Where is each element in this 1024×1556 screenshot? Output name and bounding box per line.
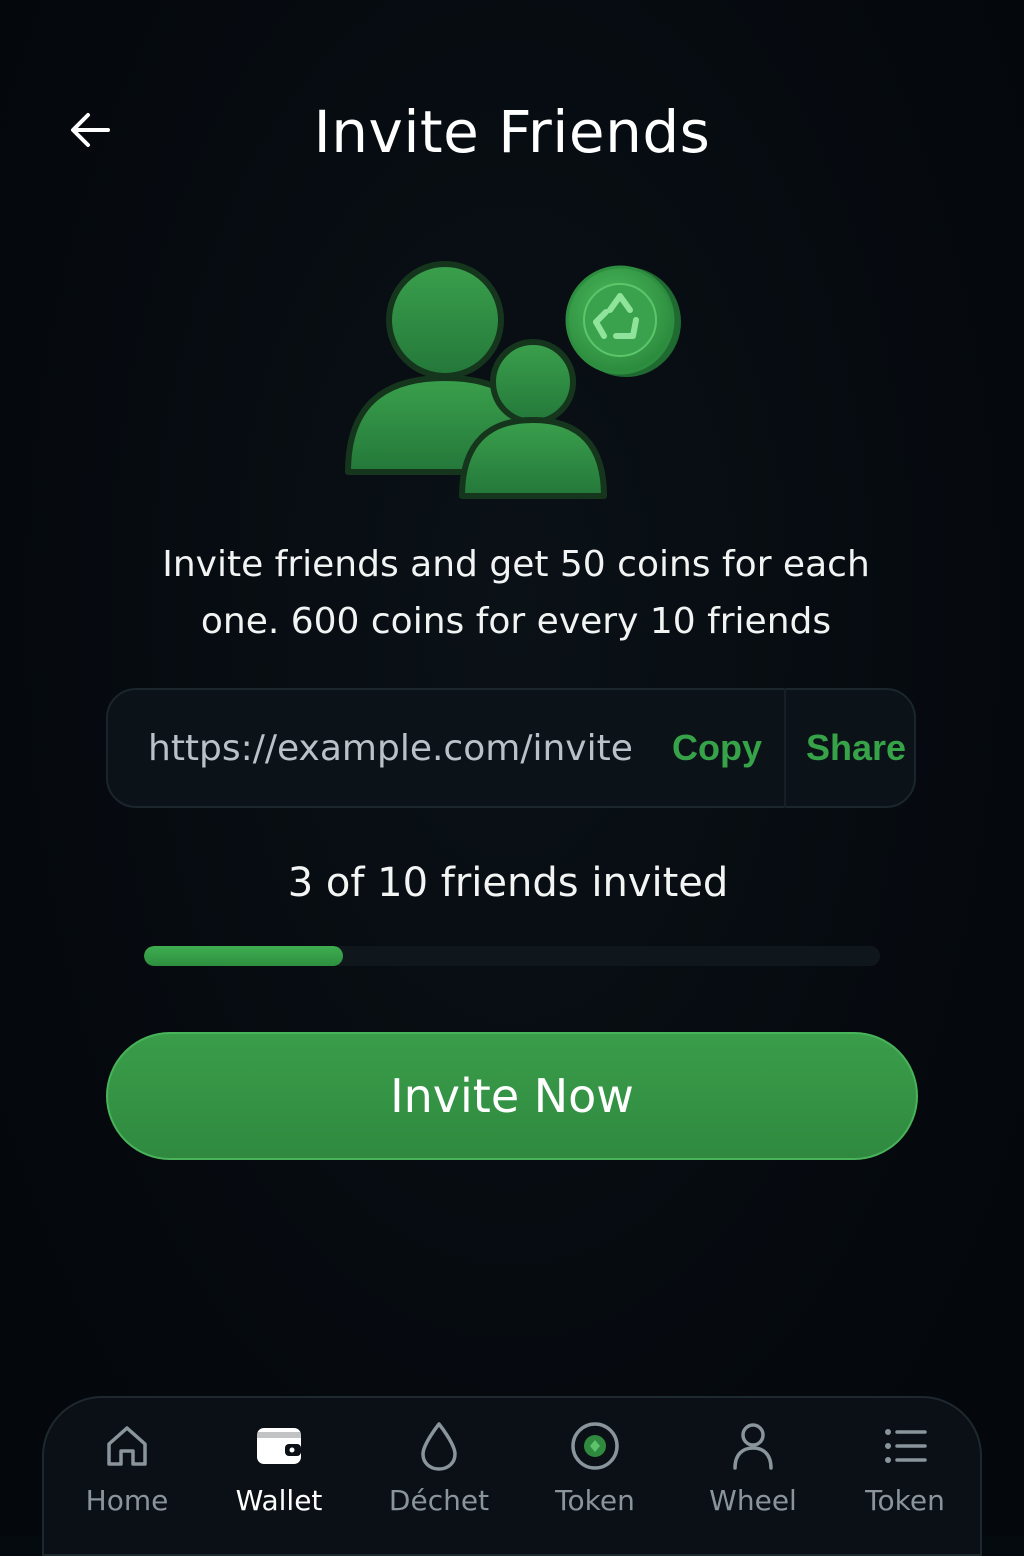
wallet-icon	[257, 1428, 301, 1464]
invite-now-button[interactable]: Invite Now	[106, 1032, 918, 1160]
recycle-coin-icon	[565, 265, 681, 377]
copy-button[interactable]: Copy	[662, 727, 772, 769]
page-title: Invite Friends	[313, 98, 711, 166]
invite-link-url[interactable]: https://example.com/invite	[148, 728, 648, 769]
nav-label-token-list: Token	[865, 1484, 945, 1517]
nav-item-token[interactable]: Token	[520, 1398, 670, 1538]
description-line-1: Invite friends and get 50 coins for each	[162, 544, 870, 585]
nav-label-token: Token	[555, 1484, 635, 1517]
description-line-2: one. 600 coins for every 10 friends	[200, 601, 832, 642]
nav-label-dechet: Déchet	[388, 1484, 490, 1517]
nav-item-home[interactable]: Home	[52, 1398, 202, 1538]
invite-description: Invite friends and get 50 coins for each…	[100, 536, 932, 650]
nav-label-wallet: Wallet	[235, 1484, 323, 1517]
progress-bar	[144, 946, 880, 966]
nav-item-token-list[interactable]: Token	[830, 1398, 980, 1538]
invite-link-field: https://example.com/invite Copy Share	[106, 688, 916, 808]
coin-icon	[571, 1422, 619, 1470]
friends-illustration	[330, 250, 700, 510]
bottom-navigation: Home Wallet Déchet Token Wheel Token	[42, 1396, 982, 1556]
progress-label: 3 of 10 friends invited	[287, 860, 729, 906]
list-icon	[885, 1429, 927, 1463]
nav-item-wheel[interactable]: Wheel	[678, 1398, 828, 1538]
nav-label-home: Home	[85, 1484, 169, 1517]
divider	[784, 688, 786, 808]
nav-item-wallet[interactable]: Wallet	[204, 1398, 354, 1538]
nav-label-wheel: Wheel	[709, 1484, 797, 1517]
share-button[interactable]: Share	[806, 727, 906, 769]
nav-item-dechet[interactable]: Déchet	[364, 1398, 514, 1538]
progress-bar-fill	[144, 946, 343, 966]
home-icon	[107, 1426, 147, 1466]
user-icon	[733, 1423, 773, 1470]
drop-icon	[421, 1422, 457, 1471]
